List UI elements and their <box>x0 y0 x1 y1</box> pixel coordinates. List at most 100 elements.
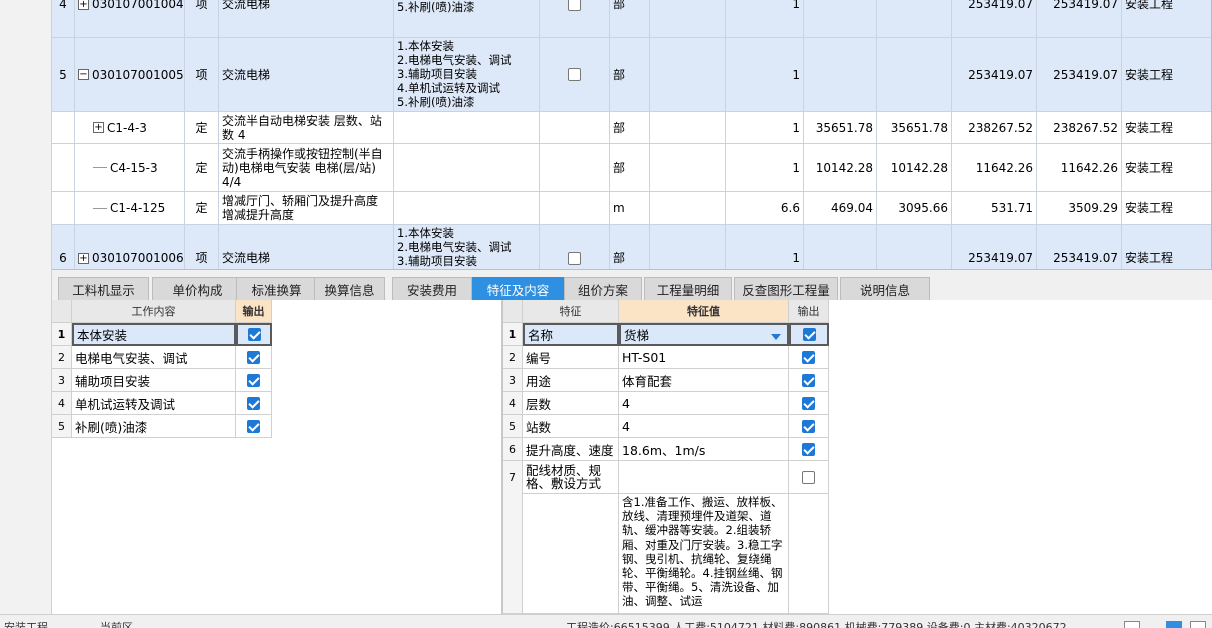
tab-4[interactable]: 安装费用 <box>392 277 472 301</box>
header-output: 输出 <box>789 300 829 323</box>
dropdown-arrow-icon[interactable] <box>771 334 781 340</box>
item-expr-cell <box>650 0 726 38</box>
item-t1-cell: 253419.07 <box>952 38 1037 112</box>
item-unit-cell: m <box>610 192 650 225</box>
feature-value[interactable]: 4 <box>619 392 789 415</box>
feature-row[interactable]: 5 站数 4 <box>503 415 829 438</box>
bill-item-row[interactable]: 5−030107001005 项交流电梯 1.本体安装 2.电梯电气安装、调试 3.… <box>52 38 1211 112</box>
feature-row[interactable]: 4 层数 4 <box>503 392 829 415</box>
feature-name: 配线材质、规格、敷设方式 <box>523 461 619 494</box>
work-content-row[interactable]: 1 本体安装 <box>52 323 272 346</box>
output-checkbox[interactable] <box>247 419 260 433</box>
tab-5[interactable]: 特征及内容 <box>472 277 564 301</box>
item-expr-cell <box>650 144 726 192</box>
feature-value[interactable]: 体育配套 <box>619 369 789 392</box>
feature-value[interactable] <box>619 461 789 494</box>
item-p1-cell: 469.04 <box>804 192 877 225</box>
work-content-row[interactable]: 5 补刷(喷)油漆 <box>52 415 272 438</box>
view-toggle-button-2[interactable] <box>1190 621 1206 628</box>
output-checkbox[interactable] <box>247 350 260 364</box>
output-checkbox[interactable] <box>568 0 581 11</box>
item-unit-cell: 部 <box>610 225 650 269</box>
item-cat-cell: 安装工程 <box>1122 38 1211 112</box>
expand-icon[interactable]: + <box>93 122 104 133</box>
output-checkbox[interactable] <box>802 470 815 484</box>
item-expr-cell <box>650 38 726 112</box>
view-toggle-button[interactable] <box>1166 621 1182 628</box>
output-checkbox[interactable] <box>802 373 815 387</box>
item-features-cell: 1.本体安装 2.电梯电气安装、调试 3.辅助项目安装 <box>394 225 540 269</box>
bill-item-row[interactable]: 4+030107001004项交流电梯3.辅助项目安装 4.单机试运转及调试 5… <box>52 0 1211 38</box>
layout-toggle-button[interactable] <box>1124 621 1140 628</box>
output-checkbox[interactable] <box>247 373 260 387</box>
feature-row[interactable]: 3 用途 体育配套 <box>503 369 829 392</box>
item-unit-cell: 部 <box>610 144 650 192</box>
bill-item-row[interactable]: 6 +030107001006 项交流电梯 1.本体安装 2.电梯电气安装、调试 3.… <box>52 225 1211 269</box>
item-code: 030107001005 <box>92 67 184 82</box>
feature-notes-text[interactable]: 含1.准备工作、搬运、放样板、放线、清理预埋件及道架、道轨、缓冲器等安装。2.组… <box>619 493 789 614</box>
item-unit-cell: 部 <box>610 38 650 112</box>
detail-tab-bar: 工料机显示 单价构成 标准换算 换算信息 安装费用 特征及内容 组价方案 工程量明细 反查图形工… <box>52 269 1212 301</box>
item-t1-cell: 531.71 <box>952 192 1037 225</box>
tab-0[interactable]: 工料机显示 <box>58 277 149 301</box>
item-t2-cell: 238267.52 <box>1037 112 1122 144</box>
expand-icon[interactable]: + <box>78 0 89 10</box>
work-content-text[interactable]: 电梯电气安装、调试 <box>72 346 236 369</box>
feature-row[interactable]: 7 配线材质、规格、敷设方式 <box>503 461 829 494</box>
feature-value[interactable]: 4 <box>619 415 789 438</box>
feature-name: 层数 <box>523 392 619 415</box>
output-checkbox[interactable] <box>802 350 815 364</box>
feature-name: 站数 <box>523 415 619 438</box>
header-feature: 特征 <box>523 300 619 323</box>
work-content-row[interactable]: 3 辅助项目安装 <box>52 369 272 392</box>
tab-3[interactable]: 换算信息 <box>314 277 385 301</box>
output-checkbox[interactable] <box>247 396 260 410</box>
feature-value[interactable]: 货梯 <box>619 323 789 346</box>
work-content-text[interactable]: 辅助项目安装 <box>72 369 236 392</box>
item-t2-cell: 253419.07 <box>1037 0 1122 38</box>
quota-row[interactable]: + C1-4-3 定交流半自动电梯安装 层数、站数 4 部 1 35651.78 35651… <box>52 112 1211 144</box>
tab-9[interactable]: 说明信息 <box>840 277 930 301</box>
quota-row[interactable]: C1-4-125 定增减厅门、轿厢门及提升高度 增减提升高度 m 6.6 469.04 3… <box>52 192 1211 225</box>
item-features-cell: 1.本体安装 2.电梯电气安装、调试 3.辅助项目安装 4.单机试运转及调试 5… <box>394 38 540 112</box>
tab-7[interactable]: 工程量明细 <box>644 277 732 301</box>
output-checkbox[interactable] <box>802 396 815 410</box>
output-checkbox[interactable] <box>568 251 581 265</box>
item-t2-cell: 3509.29 <box>1037 192 1122 225</box>
item-type-cell: 定 <box>185 144 219 192</box>
item-num-cell: 4 <box>52 0 75 38</box>
feature-row[interactable]: 6 提升高度、速度 18.6m、1m/s <box>503 438 829 461</box>
tab-1[interactable]: 单价构成 <box>152 277 243 301</box>
tab-2[interactable]: 标准换算 <box>236 277 317 301</box>
item-t2-cell: 11642.26 <box>1037 144 1122 192</box>
output-checkbox[interactable] <box>802 419 815 433</box>
output-checkbox-cell <box>789 461 829 494</box>
feature-value[interactable]: 18.6m、1m/s <box>619 438 789 461</box>
work-content-text[interactable]: 补刷(喷)油漆 <box>72 415 236 438</box>
item-code-cell: +030107001004 <box>75 0 185 38</box>
row-number: 1 <box>503 323 523 346</box>
output-checkbox[interactable] <box>802 328 816 341</box>
tab-8[interactable]: 反查图形工程量 <box>734 277 838 301</box>
output-checkbox[interactable] <box>247 328 261 341</box>
collapse-icon[interactable]: − <box>78 69 89 80</box>
row-number: 2 <box>503 346 523 369</box>
item-qty-cell: 1 <box>726 0 804 38</box>
feature-row[interactable]: 1 名称 货梯 <box>503 323 829 346</box>
work-content-text[interactable]: 本体安装 <box>72 323 236 346</box>
work-content-text[interactable]: 单机试运转及调试 <box>72 392 236 415</box>
tab-6[interactable]: 组价方案 <box>564 277 642 301</box>
item-p1-cell: 10142.28 <box>804 144 877 192</box>
quota-row[interactable]: C4-15-3 定交流手柄操作或按钮控制(半自动)电梯电气安装 电梯(层/站) 4… <box>52 144 1211 192</box>
item-type-cell: 定 <box>185 112 219 144</box>
feature-value[interactable]: HT-S01 <box>619 346 789 369</box>
feature-row[interactable]: 2 编号 HT-S01 <box>503 346 829 369</box>
work-content-row[interactable]: 4 单机试运转及调试 <box>52 392 272 415</box>
expand-icon[interactable]: + <box>78 252 89 264</box>
work-content-row[interactable]: 2 电梯电气安装、调试 <box>52 346 272 369</box>
output-checkbox[interactable] <box>568 68 581 81</box>
output-checkbox[interactable] <box>802 442 815 456</box>
item-expr-cell <box>650 192 726 225</box>
item-code-cell: C1-4-125 <box>75 192 185 225</box>
item-p2-cell <box>877 0 952 38</box>
